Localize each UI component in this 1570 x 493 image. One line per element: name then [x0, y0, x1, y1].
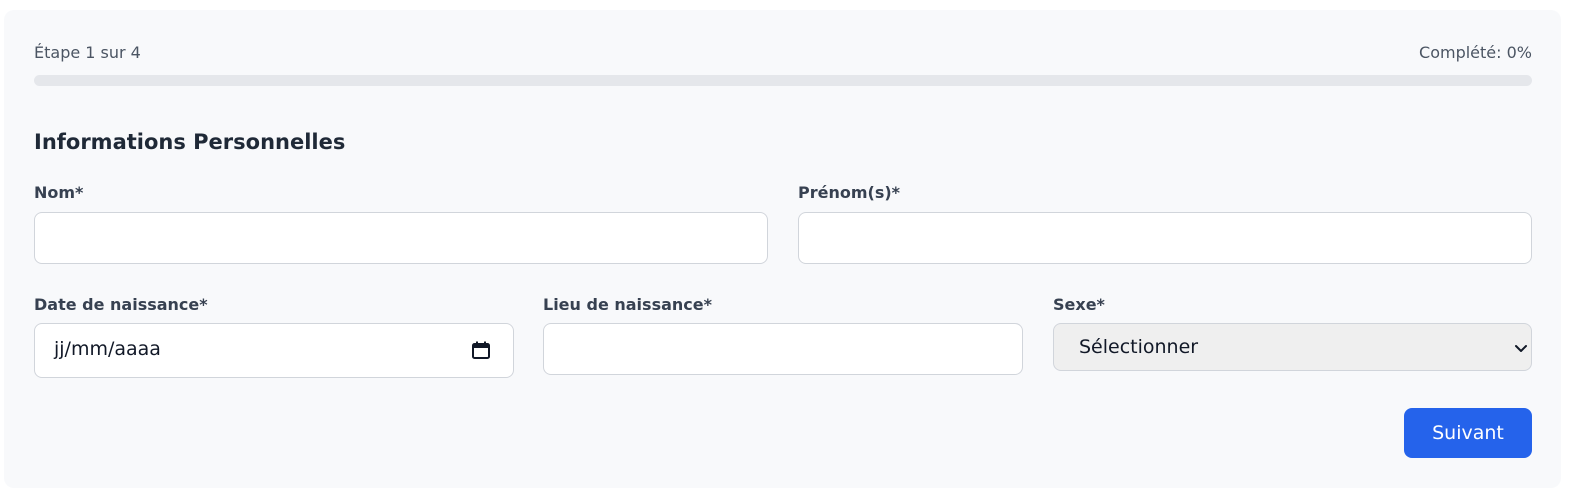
- date-placeholder: jj/mm/aaaa: [54, 338, 161, 360]
- sexe-select[interactable]: Sélectionner: [1053, 323, 1532, 371]
- prenom-input[interactable]: [798, 212, 1532, 264]
- form-card: Étape 1 sur 4 Complété: 0% Informations …: [4, 10, 1561, 488]
- date-naissance-input[interactable]: jj/mm/aaaa: [34, 323, 514, 378]
- date-naissance-label: Date de naissance*: [34, 295, 208, 314]
- sexe-label: Sexe*: [1053, 295, 1105, 314]
- next-button[interactable]: Suivant: [1404, 408, 1532, 458]
- nom-input[interactable]: [34, 212, 768, 264]
- calendar-icon[interactable]: [471, 340, 491, 360]
- sexe-selected-value: Sélectionner: [1079, 336, 1199, 358]
- section-title: Informations Personnelles: [34, 130, 346, 154]
- step-indicator: Étape 1 sur 4: [34, 43, 141, 62]
- progress-bar: [34, 75, 1532, 86]
- lieu-naissance-label: Lieu de naissance*: [543, 295, 712, 314]
- chevron-down-icon: [1515, 345, 1527, 352]
- prenom-label: Prénom(s)*: [798, 183, 901, 202]
- completion-percentage: Complété: 0%: [1419, 43, 1532, 62]
- nom-label: Nom*: [34, 183, 84, 202]
- lieu-naissance-input[interactable]: [543, 323, 1023, 375]
- progress-header: Étape 1 sur 4 Complété: 0%: [34, 43, 1532, 63]
